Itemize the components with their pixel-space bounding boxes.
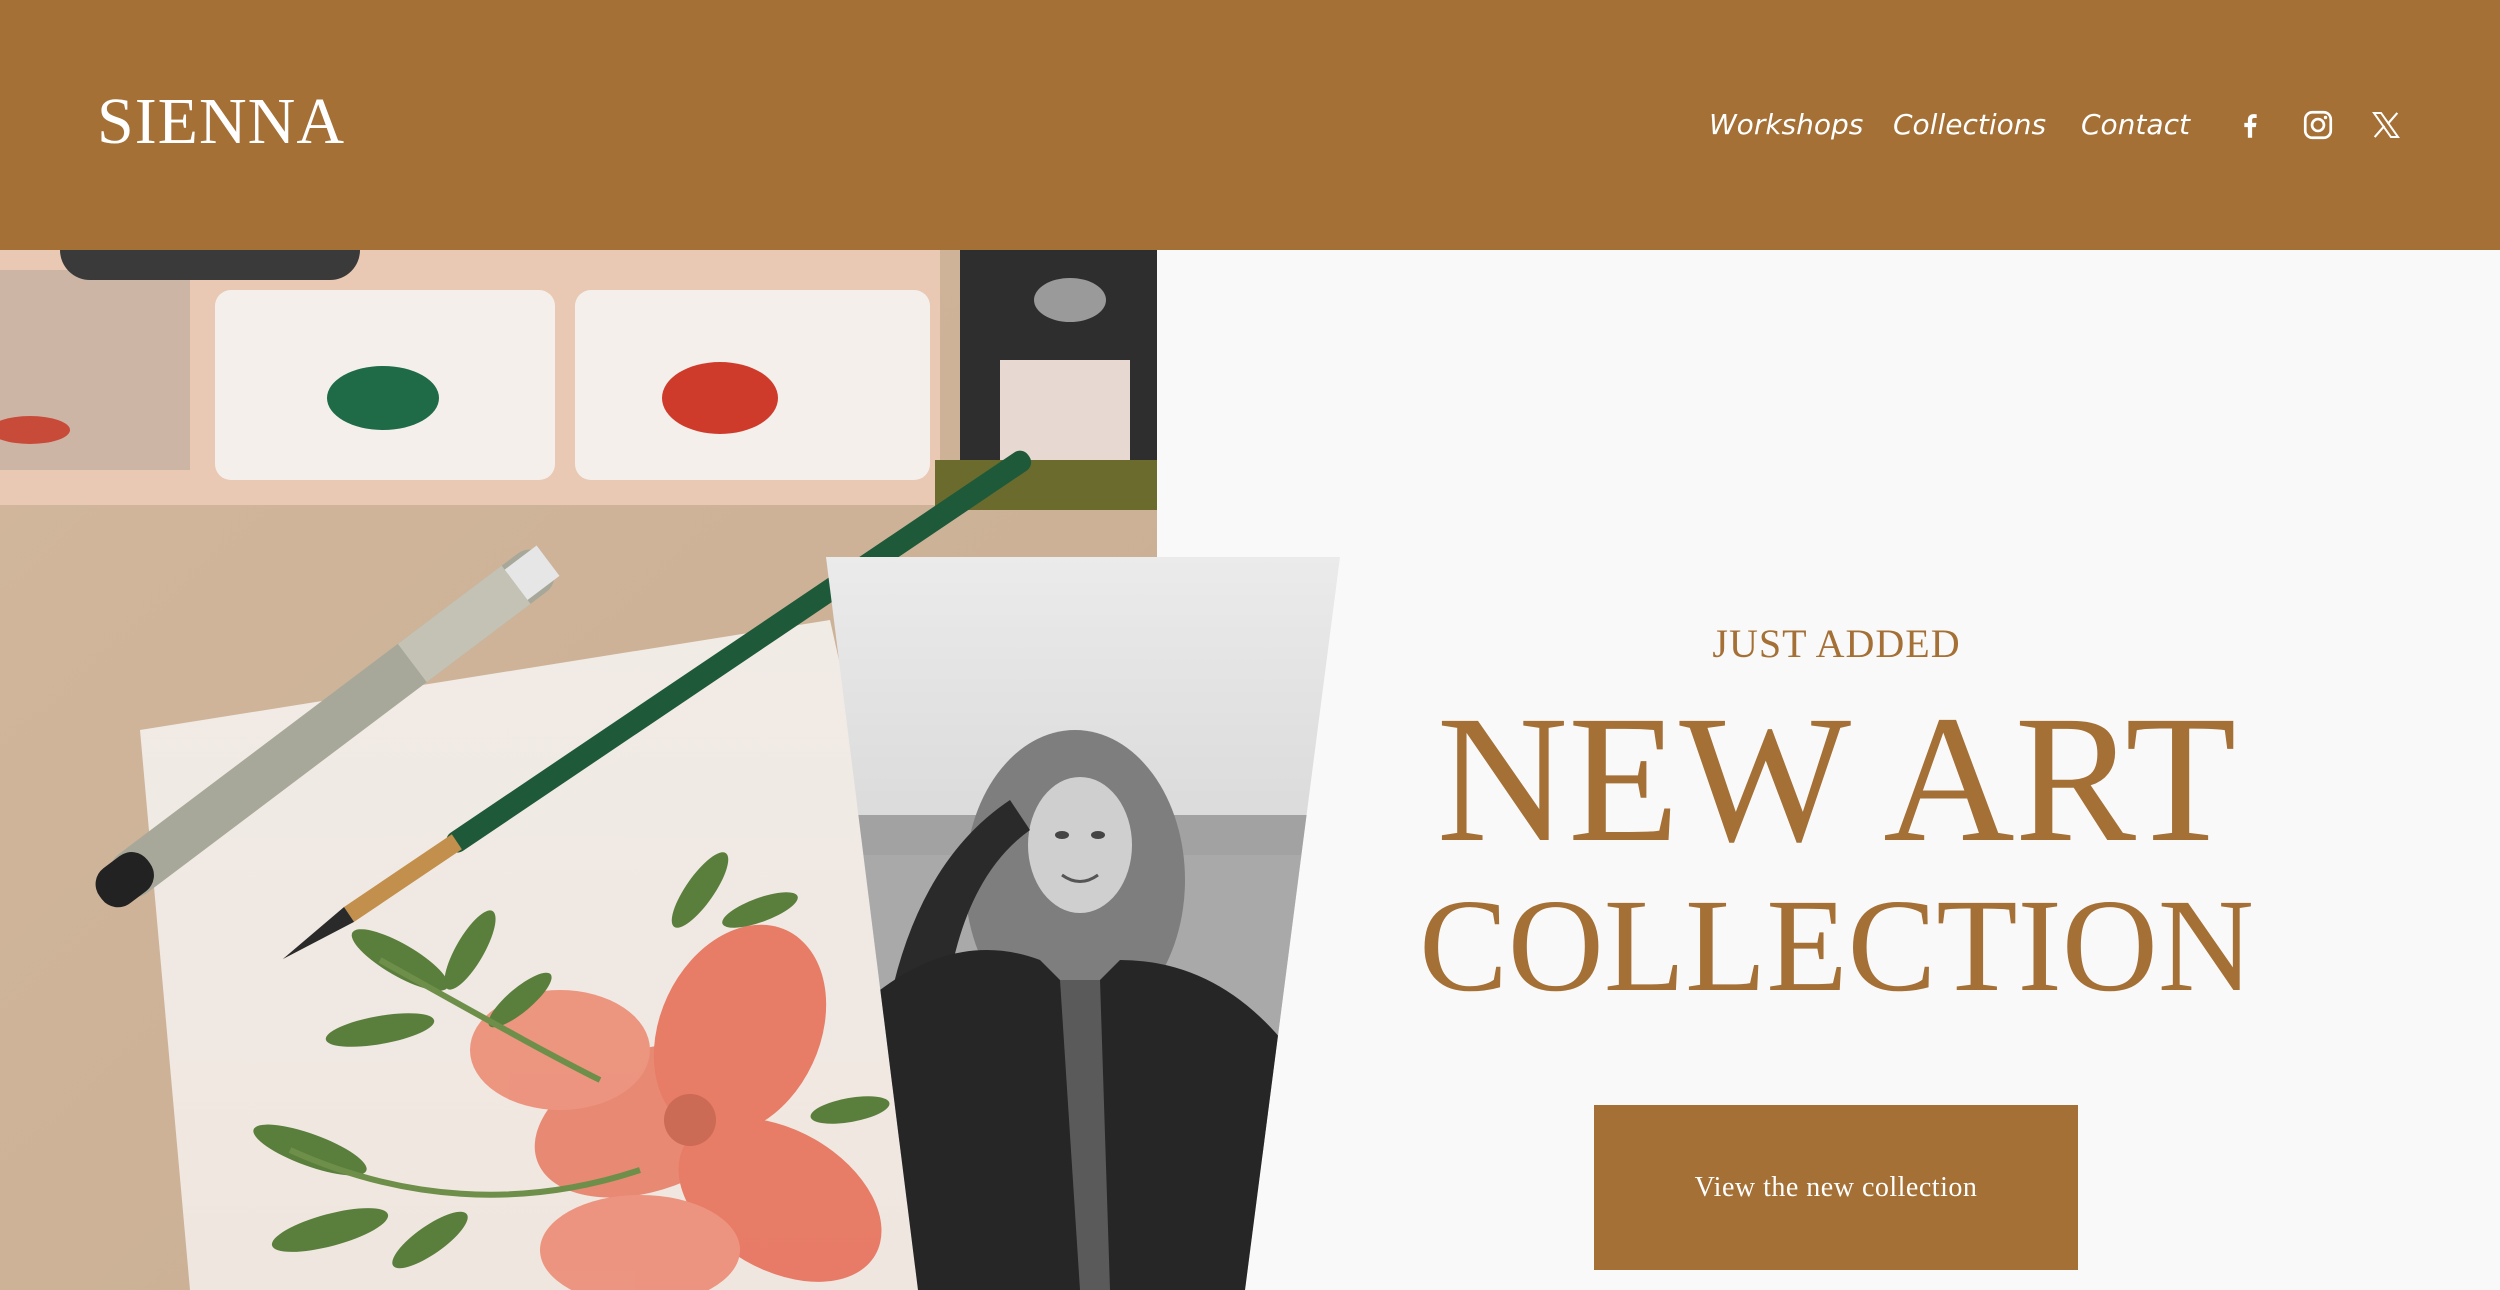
hero-headline-line1: NEW ART [1436,679,2237,880]
nav-link-contact[interactable]: Contact [2081,103,2190,147]
site-header: SIENNA Workshops Collections Contact [0,0,2500,250]
view-collection-button[interactable]: View the new collection [1594,1105,2078,1270]
facebook-icon[interactable] [2233,108,2267,142]
watercolor-illustration [0,250,1157,1290]
instagram-icon[interactable] [2301,108,2335,142]
watercolor-painting-photo [0,250,1157,1290]
facebook-glyph [2244,114,2257,138]
hero-eyebrow: JUST ADDED [1712,621,1961,666]
x-twitter-icon[interactable] [2369,108,2403,142]
site-logo[interactable]: SIENNA [97,82,345,162]
instagram-glyph [2303,110,2333,140]
hero-headline-line2: COLLECTION [1419,871,2254,1019]
nav-link-collections[interactable]: Collections [1893,103,2046,147]
nav-link-workshops[interactable]: Workshops [1709,103,1863,147]
x-glyph [2372,111,2400,139]
